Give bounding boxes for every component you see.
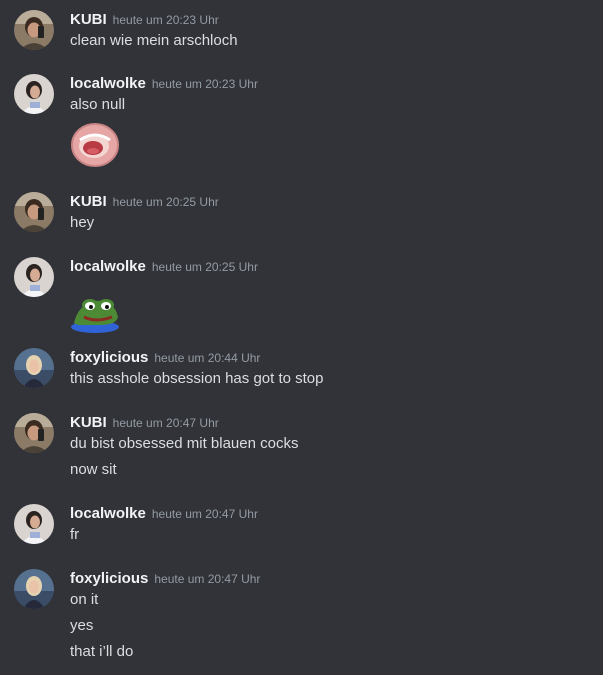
message-header: foxylicious heute um 20:44 Uhr xyxy=(70,348,260,368)
message-text: du bist obsessed mit blauen cocks xyxy=(70,435,299,452)
avatar-foxylicious[interactable] xyxy=(14,569,54,609)
message-text: also null xyxy=(70,96,126,113)
message-header: KUBI heute um 20:47 Uhr xyxy=(70,413,219,433)
user-photo-icon xyxy=(14,10,54,50)
username[interactable]: foxylicious xyxy=(70,570,148,587)
timestamp: heute um 20:25 Uhr xyxy=(151,260,258,274)
message-text: now sit xyxy=(70,461,117,478)
message-text: fr xyxy=(70,526,80,543)
message-text: on it xyxy=(70,591,99,608)
username[interactable]: foxylicious xyxy=(70,349,148,366)
timestamp: heute um 20:23 Uhr xyxy=(151,77,258,91)
pepe-frog-emoji[interactable] xyxy=(70,283,122,333)
message-text: yes xyxy=(70,617,94,634)
user-photo-icon xyxy=(14,257,54,297)
username[interactable]: localwolke xyxy=(70,505,146,522)
user-photo-icon xyxy=(14,74,54,114)
avatar-localwolke[interactable] xyxy=(14,74,54,114)
timestamp: heute um 20:44 Uhr xyxy=(154,351,261,365)
message-text: this asshole obsession has got to stop xyxy=(70,370,324,387)
message-header: KUBI heute um 20:23 Uhr xyxy=(70,10,219,30)
avatar-localwolke[interactable] xyxy=(14,504,54,544)
timestamp: heute um 20:23 Uhr xyxy=(112,13,219,27)
open-mouth-emoji[interactable] xyxy=(70,120,122,170)
message-header: localwolke heute um 20:23 Uhr xyxy=(70,74,258,94)
user-photo-icon xyxy=(14,504,54,544)
user-photo-icon xyxy=(14,192,54,232)
timestamp: heute um 20:47 Uhr xyxy=(112,416,219,430)
message-text: clean wie mein arschloch xyxy=(70,32,238,49)
avatar-kubi[interactable] xyxy=(14,192,54,232)
timestamp: heute um 20:47 Uhr xyxy=(154,572,261,586)
avatar-kubi[interactable] xyxy=(14,413,54,453)
timestamp: heute um 20:25 Uhr xyxy=(112,195,219,209)
timestamp: heute um 20:47 Uhr xyxy=(151,507,258,521)
message-text: that i’ll do xyxy=(70,643,134,660)
user-photo-icon xyxy=(14,413,54,453)
message-header: localwolke heute um 20:25 Uhr xyxy=(70,257,258,277)
avatar-kubi[interactable] xyxy=(14,10,54,50)
username[interactable]: KUBI xyxy=(70,11,107,28)
username[interactable]: KUBI xyxy=(70,193,107,210)
username[interactable]: localwolke xyxy=(70,75,146,92)
username[interactable]: localwolke xyxy=(70,258,146,275)
message-header: KUBI heute um 20:25 Uhr xyxy=(70,192,219,212)
message-text: hey xyxy=(70,214,95,231)
message-header: foxylicious heute um 20:47 Uhr xyxy=(70,569,260,589)
avatar-foxylicious[interactable] xyxy=(14,348,54,388)
user-photo-icon xyxy=(14,348,54,388)
username[interactable]: KUBI xyxy=(70,414,107,431)
message-header: localwolke heute um 20:47 Uhr xyxy=(70,504,258,524)
user-photo-icon xyxy=(14,569,54,609)
avatar-localwolke[interactable] xyxy=(14,257,54,297)
